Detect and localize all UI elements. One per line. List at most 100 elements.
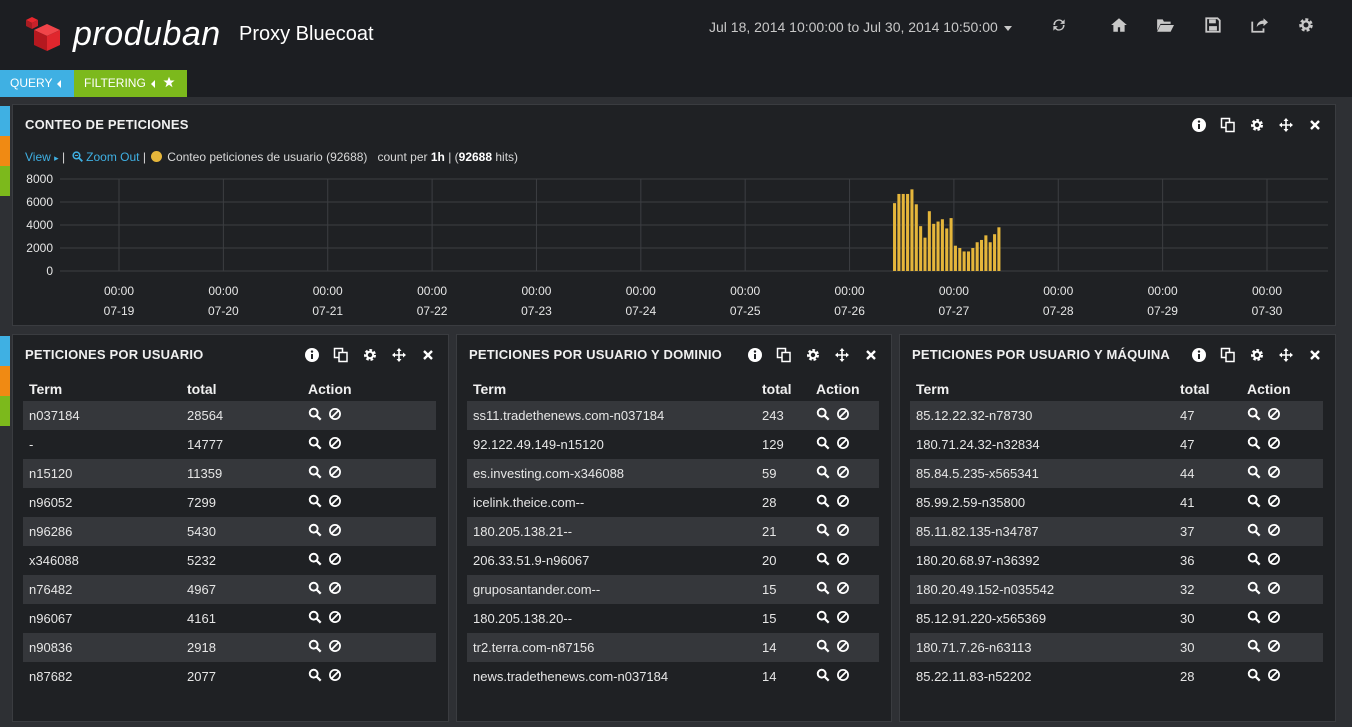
close-icon[interactable] <box>1307 347 1323 363</box>
close-icon[interactable] <box>1307 117 1323 133</box>
gear-icon[interactable] <box>1249 117 1265 133</box>
close-icon[interactable] <box>420 347 436 363</box>
search-icon[interactable] <box>1247 610 1261 624</box>
histogram-bar[interactable] <box>958 248 962 271</box>
row-marker-green[interactable] <box>0 166 10 196</box>
exclude-icon[interactable] <box>328 436 342 450</box>
row-marker-green[interactable] <box>0 396 10 426</box>
histogram-bar[interactable] <box>949 218 953 271</box>
search-icon[interactable] <box>816 523 830 537</box>
histogram-bar[interactable] <box>993 234 997 271</box>
search-icon[interactable] <box>1247 552 1261 566</box>
search-icon[interactable] <box>816 436 830 450</box>
exclude-icon[interactable] <box>328 610 342 624</box>
histogram-bar[interactable] <box>906 193 910 271</box>
duplicate-icon[interactable] <box>1220 117 1236 133</box>
query-pill[interactable]: QUERY <box>0 70 74 97</box>
view-link[interactable]: View ▸ <box>25 150 59 164</box>
histogram-bar[interactable] <box>919 226 923 271</box>
exclude-icon[interactable] <box>836 465 850 479</box>
search-icon[interactable] <box>816 465 830 479</box>
search-icon[interactable] <box>816 639 830 653</box>
exclude-icon[interactable] <box>836 494 850 508</box>
exclude-icon[interactable] <box>836 668 850 682</box>
exclude-icon[interactable] <box>836 610 850 624</box>
exclude-icon[interactable] <box>1267 581 1281 595</box>
search-icon[interactable] <box>308 494 322 508</box>
search-icon[interactable] <box>308 639 322 653</box>
exclude-icon[interactable] <box>328 668 342 682</box>
histogram-bar[interactable] <box>962 251 966 271</box>
column-header-total[interactable]: total <box>756 377 810 401</box>
gear-icon[interactable] <box>1297 16 1315 34</box>
histogram-bar[interactable] <box>953 245 957 271</box>
histogram-bar[interactable] <box>966 251 971 271</box>
exclude-icon[interactable] <box>836 436 850 450</box>
exclude-icon[interactable] <box>328 407 342 421</box>
exclude-icon[interactable] <box>1267 407 1281 421</box>
info-icon[interactable] <box>747 347 763 363</box>
histogram-bar[interactable] <box>923 237 927 271</box>
search-icon[interactable] <box>308 668 322 682</box>
gear-icon[interactable] <box>1249 347 1265 363</box>
duplicate-icon[interactable] <box>333 347 349 363</box>
histogram-bar[interactable] <box>932 223 936 271</box>
histogram-bar[interactable] <box>997 227 1001 271</box>
histogram-bar[interactable] <box>910 189 914 271</box>
column-header-total[interactable]: total <box>1174 377 1241 401</box>
search-icon[interactable] <box>816 407 830 421</box>
histogram-bar[interactable] <box>975 242 979 271</box>
row-marker-blue[interactable] <box>0 336 10 366</box>
row-marker-blue[interactable] <box>0 106 10 136</box>
exclude-icon[interactable] <box>1267 465 1281 479</box>
exclude-icon[interactable] <box>328 523 342 537</box>
histogram-chart[interactable]: 8000 6000 4000 2000 0 00:00 07-19 00:00 07-20 00:… <box>13 171 1335 321</box>
move-icon[interactable] <box>1278 347 1294 363</box>
exclude-icon[interactable] <box>836 523 850 537</box>
exclude-icon[interactable] <box>836 639 850 653</box>
column-header-term[interactable]: Term <box>910 377 1174 401</box>
info-icon[interactable] <box>304 347 320 363</box>
histogram-bar[interactable] <box>897 193 901 271</box>
search-icon[interactable] <box>308 436 322 450</box>
histogram-bar[interactable] <box>901 193 905 271</box>
exclude-icon[interactable] <box>328 465 342 479</box>
close-icon[interactable] <box>863 347 879 363</box>
exclude-icon[interactable] <box>836 581 850 595</box>
search-icon[interactable] <box>1247 436 1261 450</box>
duplicate-icon[interactable] <box>776 347 792 363</box>
exclude-icon[interactable] <box>328 581 342 595</box>
histogram-bar[interactable] <box>940 219 944 271</box>
column-header-total[interactable]: total <box>181 377 302 401</box>
search-icon[interactable] <box>816 494 830 508</box>
histogram-bar[interactable] <box>914 204 918 271</box>
histogram-bar[interactable] <box>893 203 897 271</box>
info-icon[interactable] <box>1191 347 1207 363</box>
save-icon[interactable] <box>1204 16 1222 34</box>
histogram-bar[interactable] <box>984 235 988 271</box>
exclude-icon[interactable] <box>1267 639 1281 653</box>
gear-icon[interactable] <box>805 347 821 363</box>
search-icon[interactable] <box>308 610 322 624</box>
exclude-icon[interactable] <box>328 552 342 566</box>
search-icon[interactable] <box>1247 494 1261 508</box>
search-icon[interactable] <box>1247 581 1261 595</box>
exclude-icon[interactable] <box>328 494 342 508</box>
search-icon[interactable] <box>308 581 322 595</box>
move-icon[interactable] <box>1278 117 1294 133</box>
search-icon[interactable] <box>1247 407 1261 421</box>
exclude-icon[interactable] <box>836 407 850 421</box>
search-icon[interactable] <box>816 610 830 624</box>
exclude-icon[interactable] <box>836 552 850 566</box>
move-icon[interactable] <box>834 347 850 363</box>
folder-open-icon[interactable] <box>1156 16 1174 34</box>
column-header-term[interactable]: Term <box>467 377 756 401</box>
histogram-bar[interactable] <box>980 239 984 271</box>
histogram-bar[interactable] <box>945 228 949 271</box>
search-icon[interactable] <box>308 465 322 479</box>
time-range-picker[interactable]: Jul 18, 2014 10:00:00 to Jul 30, 2014 10… <box>709 18 1012 36</box>
row-marker-orange[interactable] <box>0 136 10 166</box>
home-icon[interactable] <box>1110 16 1128 34</box>
column-header-term[interactable]: Term <box>23 377 181 401</box>
search-icon[interactable] <box>816 552 830 566</box>
